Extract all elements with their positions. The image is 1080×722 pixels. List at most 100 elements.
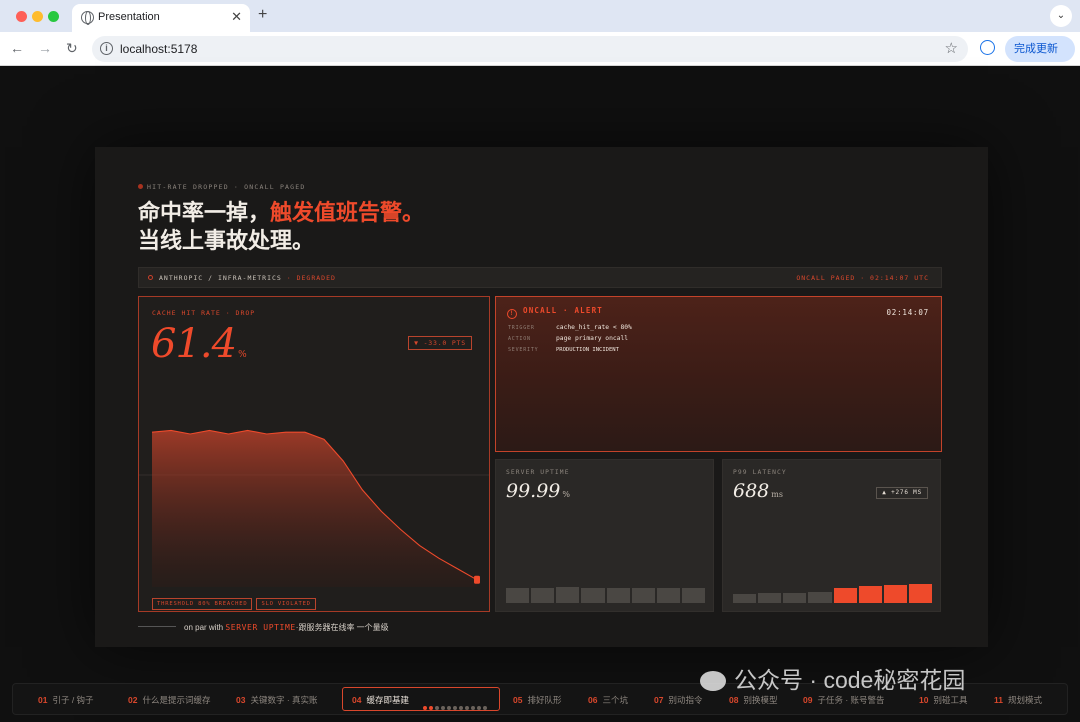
zoom-window-button[interactable] [48,11,59,22]
nav-item-text: 什么是提示词缓存 [142,695,211,705]
progress-dot [459,706,463,710]
progress-dot [483,706,487,710]
system-path: ANTHROPIC / INFRA-METRICS · DEGRADED [148,274,336,282]
uptime-number: 99.99 [506,480,561,502]
bar [606,587,630,603]
alert-value: PRODUCTION INCIDENT [556,347,619,353]
nav-item-number: 09 [803,695,813,705]
cache-card-label: CACHE HIT RATE · DROP [152,309,256,317]
url-text: localhost:5178 [120,42,198,56]
nav-item-text: 子任务 · 账号警告 [817,695,885,705]
profile-icon[interactable] [980,40,995,55]
bar [808,591,832,603]
uptime-unit: % [562,490,571,499]
nav-item-number: 04 [352,695,362,705]
oncall-alert-card: ! ONCALL · ALERT 02:14:07 TRIGGER cache_hi… [495,296,942,452]
slide-footnote: on par with SERVER UPTIME·跟服务器在线率 一个量级 [138,622,389,633]
nav-item-03[interactable]: 03 关键数字 · 真实账 [236,694,318,706]
uptime-label: SERVER UPTIME [506,469,570,476]
nav-item-06[interactable]: 06 三个坑 [588,694,628,706]
nav-item-number: 02 [128,695,138,705]
uptime-value: 99.99% [506,480,570,502]
nav-item-text: 别换模型 [743,695,778,705]
close-tab-icon[interactable]: ✕ [231,9,242,25]
reload-icon[interactable]: ↻ [66,40,78,57]
nav-item-number: 03 [236,695,246,705]
nav-item-01[interactable]: 01 引子 / 钩子 [38,694,94,706]
nav-item-label: 04 缓存即基建 [352,694,409,706]
nav-item-number: 08 [729,695,739,705]
cache-tags: THRESHOLD 80% BREACHED SLO VIOLATED [152,590,320,610]
nav-item-11[interactable]: 11 规划模式 [994,694,1042,706]
footnote-rule [138,626,176,627]
nav-item-02[interactable]: 02 什么是提示词缓存 [128,694,210,706]
nav-item-10[interactable]: 10 别碰工具 [919,694,967,706]
nav-item-09[interactable]: 09 子任务 · 账号警告 [803,694,885,706]
bar [681,588,705,603]
minimize-window-button[interactable] [32,11,43,22]
eyebrow-text: HIT-RATE DROPPED · ONCALL PAGED [147,183,306,191]
back-arrow-icon[interactable]: ← [10,40,24,56]
system-status-bar: ANTHROPIC / INFRA-METRICS · DEGRADED ONC… [138,267,942,288]
nav-item-active[interactable]: 04 缓存即基建 [342,687,500,711]
latency-number: 688 [733,480,770,502]
progress-dot [471,706,475,710]
cache-value-unit: % [238,350,247,360]
headline-plain: 命中率一掉， [138,200,271,226]
bar [656,587,680,603]
globe-icon [81,11,94,25]
bar [556,587,580,603]
latency-delta-chip: ▲ +276 MS [876,487,928,499]
wechat-logo-icon [700,671,726,691]
headline-line2: 当线上事故处理。 [138,228,315,254]
threshold-breached-tag: THRESHOLD 80% BREACHED [152,598,253,610]
nav-item-07[interactable]: 07 别动指令 [654,694,702,706]
alert-key: TRIGGER [508,325,535,331]
alert-header: ! ONCALL · ALERT [507,306,603,319]
p99-latency-card: P99 LATENCY 688 ms ▲ +276 MS [722,459,941,612]
nav-item-text: 排好队形 [527,695,562,705]
address-bar[interactable]: i localhost:5178 ☆ [92,36,968,62]
status-dot-icon [138,184,143,189]
nav-item-05[interactable]: 05 排好队形 [513,694,561,706]
watermark: 公众号 · code秘密花园 [700,661,965,695]
alert-row-action: ACTION page primary oncall [508,335,628,342]
browser-tab-strip: Presentation ✕ + ⌄ [0,0,1080,32]
alert-value: cache_hit_rate < 80% [556,324,632,331]
alert-row-severity: SEVERITY PRODUCTION INCIDENT [508,346,619,353]
slide: HIT-RATE DROPPED · ONCALL PAGED 命中率一掉，触发… [95,147,988,647]
progress-dots [423,697,489,715]
update-button[interactable]: 完成更新 [1005,36,1075,62]
nav-item-text: 引子 / 钩子 [52,695,94,705]
bar [506,588,530,603]
cache-delta-chip: ▼ -33.0 PTS [408,336,472,350]
browser-tab[interactable]: Presentation ✕ [72,4,250,32]
nav-item-08[interactable]: 08 别换模型 [729,694,777,706]
cache-value-number: 61.4 [151,321,237,367]
bar [733,593,757,603]
system-status-badge: · DEGRADED [286,274,336,282]
site-info-icon[interactable]: i [100,42,113,55]
nav-item-number: 10 [919,695,929,705]
progress-dot [441,706,445,710]
latency-bar-chart [733,579,932,603]
bar [631,588,655,603]
progress-dot [435,706,439,710]
forward-arrow-icon[interactable]: → [38,40,52,56]
nav-item-number: 06 [588,695,598,705]
alert-warning-icon: ! [507,309,517,319]
alert-time: 02:14:07 [886,308,929,317]
new-tab-button[interactable]: + [258,6,267,24]
latency-value: 688 ms [733,480,783,502]
alert-value: page primary oncall [556,335,629,342]
nav-item-number: 11 [994,695,1003,705]
footnote-prefix: on par with [184,623,226,632]
cache-hit-rate-value: 61.4% [151,321,247,367]
bookmark-star-icon[interactable]: ☆ [945,39,958,57]
close-window-button[interactable] [16,11,27,22]
bar [581,587,605,603]
alert-row-trigger: TRIGGER cache_hit_rate < 80% [508,324,632,331]
nav-item-text: 别碰工具 [933,695,968,705]
uptime-bar-chart [506,579,705,603]
tab-search-chevron-icon[interactable]: ⌄ [1050,5,1072,27]
